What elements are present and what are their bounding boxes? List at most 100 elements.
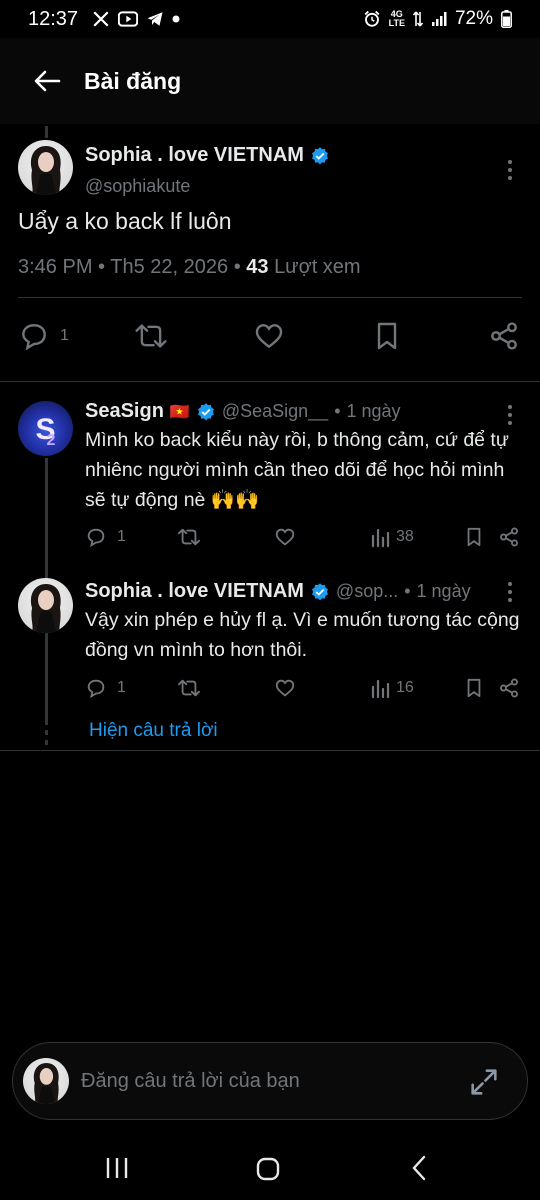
reply-composer[interactable]: Đăng câu trả lời của bạn <box>12 1042 528 1120</box>
repost-button[interactable] <box>134 320 168 352</box>
battery-icon <box>501 10 512 28</box>
author-handle: @sop... <box>335 581 399 601</box>
author-handle: @SeaSign__ <box>221 401 329 421</box>
post-time: 3:46 PM <box>18 256 93 278</box>
post-author[interactable]: Sophia . love VIETNAM <box>85 144 330 167</box>
reply-text: Mình ko back kiểu này rồi, b thông cảm, … <box>85 429 509 511</box>
view-count: 43 <box>246 256 269 278</box>
bookmark-icon <box>467 678 481 698</box>
reply-time: 1 ngày <box>416 581 471 601</box>
share-button[interactable] <box>498 677 520 699</box>
back-chevron-icon <box>412 1155 426 1181</box>
flag-emoji: 🇻🇳 <box>169 403 190 421</box>
avatar <box>23 1058 69 1104</box>
battery-level: 72% <box>454 8 493 29</box>
x-app-icon <box>92 10 110 28</box>
more-dots-icon <box>508 405 512 425</box>
heart-icon <box>275 528 295 546</box>
like-button[interactable] <box>253 320 285 352</box>
bookmark-button[interactable] <box>372 320 402 352</box>
author-name: Sophia . love VIETNAM <box>85 580 304 602</box>
show-replies-link[interactable]: Hiện câu trả lời <box>89 720 218 742</box>
expand-icon <box>471 1069 497 1095</box>
share-icon <box>491 322 517 350</box>
views-button[interactable]: 16 <box>370 677 414 699</box>
share-button[interactable] <box>498 526 520 548</box>
bookmark-button[interactable] <box>464 526 484 548</box>
reply-icon <box>22 324 46 351</box>
author-name: Sophia . love VIETNAM <box>85 144 304 166</box>
home-icon <box>256 1157 280 1181</box>
author-handle[interactable]: @sophiakute <box>85 176 190 197</box>
verified-badge-icon <box>197 402 214 420</box>
views-button[interactable]: 38 <box>370 526 414 548</box>
views-label: Lượt xem <box>274 256 361 278</box>
reply-button[interactable]: 1 <box>85 677 126 699</box>
youtube-icon <box>118 10 139 28</box>
avatar[interactable] <box>18 578 73 633</box>
analytics-icon <box>371 528 390 548</box>
person-photo-icon <box>30 146 61 195</box>
divider <box>0 381 540 382</box>
repost-icon <box>178 528 200 546</box>
like-button[interactable] <box>274 677 296 699</box>
home-button[interactable] <box>254 1155 282 1183</box>
thread-line <box>45 126 48 138</box>
post-meta: 3:46 PM • Th5 22, 2026 • 43 Lượt xem <box>18 256 361 278</box>
avatar[interactable]: S 2 <box>18 401 73 456</box>
reply-author[interactable]: SeaSign 🇻🇳 @SeaSign__ • 1 ngày <box>85 400 401 423</box>
svg-text:2: 2 <box>47 432 56 449</box>
recent-apps-button[interactable] <box>103 1155 131 1181</box>
more-options-button[interactable] <box>500 403 520 427</box>
reply-button[interactable]: 1 <box>85 526 126 548</box>
share-icon <box>500 527 518 547</box>
signal-icon <box>431 11 447 27</box>
person-photo-icon <box>33 1063 59 1104</box>
bookmark-button[interactable] <box>464 677 484 699</box>
reply-icon <box>87 528 105 548</box>
share-icon <box>500 678 518 698</box>
analytics-icon <box>371 679 390 699</box>
more-options-button[interactable] <box>500 580 520 604</box>
heart-icon <box>275 679 295 697</box>
more-dots-icon <box>508 160 512 180</box>
app-header: Bài đăng <box>0 38 540 124</box>
telegram-icon <box>146 10 164 28</box>
verified-badge-icon <box>312 582 328 600</box>
view-count: 16 <box>396 679 414 696</box>
bookmark-icon <box>377 322 397 350</box>
like-button[interactable] <box>274 526 296 548</box>
status-time: 12:37 <box>28 7 79 30</box>
thread-dashed-line <box>45 720 48 746</box>
expand-button[interactable] <box>467 1065 501 1099</box>
avatar[interactable] <box>18 140 73 195</box>
back-arrow-icon <box>34 70 61 92</box>
reply-icon <box>87 679 105 699</box>
reply-button[interactable]: 1 <box>18 320 69 352</box>
verified-badge-icon <box>312 146 328 164</box>
reply-time: 1 ngày <box>346 401 401 421</box>
bookmark-icon <box>467 527 481 547</box>
heart-icon <box>255 324 283 349</box>
back-button[interactable] <box>30 64 64 98</box>
reply-count: 1 <box>117 679 126 696</box>
repost-icon <box>178 679 200 697</box>
system-back-button[interactable] <box>405 1154 433 1182</box>
reply-text: Vậy xin phép e hủy fl ạ. Vì e muốn tương… <box>85 609 520 661</box>
repost-button[interactable] <box>177 677 201 699</box>
view-count: 38 <box>396 528 414 545</box>
reply-input[interactable]: Đăng câu trả lời của bạn <box>81 1070 300 1093</box>
reply-author[interactable]: Sophia . love VIETNAM @sop... • 1 ngày <box>85 580 471 603</box>
network-type: 4G LTE <box>388 9 405 28</box>
data-arrows-icon <box>412 10 423 28</box>
more-options-button[interactable] <box>500 158 520 182</box>
seasign-logo-icon: S 2 <box>35 413 56 449</box>
share-button[interactable] <box>488 320 520 352</box>
divider <box>0 750 540 751</box>
reply-count: 1 <box>117 528 126 545</box>
notification-dot-icon <box>172 15 180 23</box>
status-bar: 12:37 4G LTE 72% <box>0 0 540 38</box>
reply-count: 1 <box>60 327 69 344</box>
page-title: Bài đăng <box>84 67 182 94</box>
repost-button[interactable] <box>177 526 201 548</box>
